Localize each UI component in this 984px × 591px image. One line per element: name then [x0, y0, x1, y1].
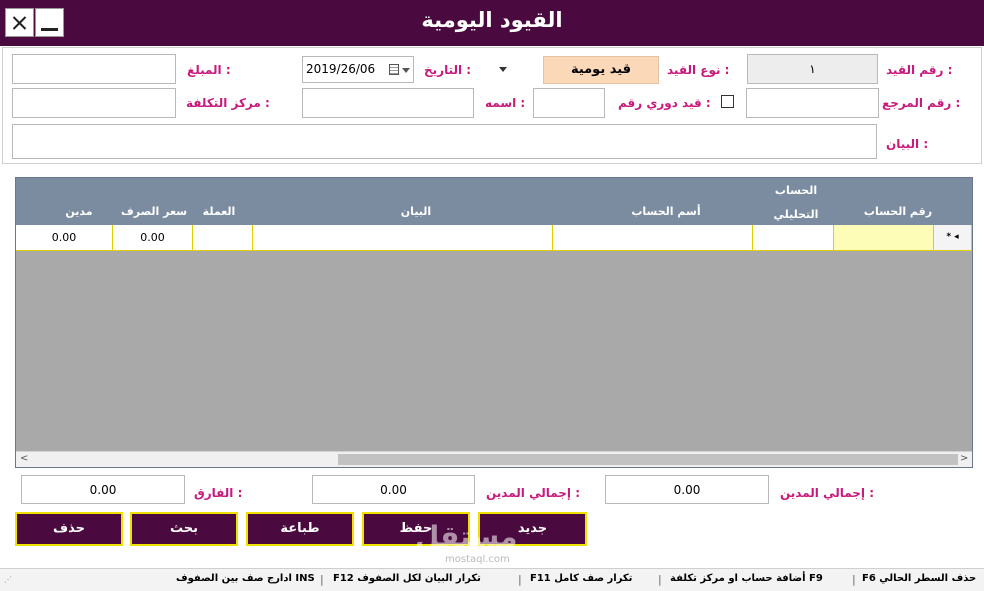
calendar-icon[interactable] [389, 64, 399, 75]
hint-f11: F11 تكرار صف كامل [530, 573, 633, 584]
periodic-entry-label: قيد دوري رقم : [618, 96, 711, 110]
scroll-left-icon[interactable]: < [20, 453, 28, 464]
statement-field[interactable] [12, 124, 877, 159]
watermark-logo: مستقل [415, 520, 518, 553]
cell-debit[interactable]: 0.00 [16, 225, 113, 251]
scrollbar-thumb[interactable] [338, 454, 958, 465]
name-field[interactable] [302, 88, 474, 118]
status-separator: | [658, 573, 662, 586]
entry-type-dropdown-button[interactable] [496, 56, 542, 84]
cost-center-label: مركز التكلفة : [186, 96, 270, 110]
minimize-button[interactable] [35, 8, 64, 37]
date-value: 2019/26/06 [306, 62, 376, 76]
total-debit-2-field[interactable]: 0.00 [312, 475, 475, 504]
cell-analytic[interactable] [753, 225, 834, 251]
status-separator: | [518, 573, 522, 586]
column-header-account-no[interactable]: رقم الحساب [858, 205, 938, 218]
periodic-entry-no-field[interactable] [533, 88, 605, 118]
cell-account-no[interactable] [834, 225, 934, 251]
hint-f12: F12 تكرار البيان لكل الصفوف [333, 573, 481, 584]
scroll-right-icon[interactable]: > [960, 453, 968, 464]
name-label: اسمه : [485, 96, 526, 110]
entry-type-select[interactable]: قيد يومية [543, 56, 659, 84]
new-row-marker: * [946, 232, 952, 242]
date-label: التاريخ : [424, 63, 472, 77]
entry-no-label: رقم القيد : [886, 63, 953, 77]
hint-f6: F6 حذف السطر الحالي [862, 573, 977, 584]
amount-label: المبلغ : [187, 63, 231, 77]
entry-no-field[interactable]: ١ [747, 54, 878, 84]
difference-label: الفارق : [194, 486, 243, 500]
column-header-rate[interactable]: سعر الصرف [114, 205, 194, 218]
entries-grid: رقم الحساب الحساب التحليلي أسم الحساب ال… [15, 177, 973, 468]
date-picker[interactable]: 2019/26/06 [302, 56, 414, 83]
status-separator: | [852, 573, 856, 586]
cell-rate[interactable]: 0.00 [113, 225, 193, 251]
horizontal-scrollbar[interactable]: < > [16, 451, 972, 467]
total-debit-2-label: إجمالي المدين : [486, 486, 581, 500]
amount-field[interactable] [12, 54, 176, 84]
cell-statement[interactable] [253, 225, 553, 251]
column-header-analytic-top[interactable]: الحساب [756, 184, 836, 197]
periodic-entry-checkbox[interactable] [721, 95, 734, 108]
resize-grip-icon[interactable]: ⋰ [4, 575, 12, 584]
column-header-analytic-bottom[interactable]: التحليلي [756, 208, 836, 221]
status-bar: F6 حذف السطر الحالي | أضافة حساب او مركز… [0, 568, 984, 591]
cell-account-name[interactable] [553, 225, 753, 251]
hint-f9: أضافة حساب او مركز تكلفة F9 [670, 573, 823, 584]
date-dropdown-icon[interactable] [402, 68, 410, 73]
close-button[interactable] [5, 8, 34, 37]
cost-center-field[interactable] [12, 88, 176, 118]
hint-ins: ادارج صف بين الصفوف INS [176, 573, 315, 584]
row-selector-new[interactable]: * ◂ [934, 225, 972, 251]
column-header-debit[interactable]: مدين [44, 205, 114, 218]
total-debit-1-field[interactable]: 0.00 [605, 475, 769, 504]
difference-field[interactable]: 0.00 [21, 475, 185, 504]
total-debit-1-label: إجمالي المدين : [780, 486, 875, 500]
chevron-down-icon [499, 67, 507, 72]
ref-no-field[interactable] [746, 88, 879, 118]
delete-button[interactable]: حذف [15, 512, 123, 546]
entry-type-label: نوع القيد : [667, 63, 730, 77]
cell-currency[interactable] [193, 225, 253, 251]
ref-no-label: رقم المرجع : [882, 96, 961, 110]
watermark-url: mostaql.com [445, 554, 510, 565]
statement-label: البيان : [886, 137, 929, 151]
print-button[interactable]: طباعة [246, 512, 354, 546]
window-title: القيود اليومية [421, 8, 563, 32]
search-button[interactable]: بحث [130, 512, 238, 546]
status-separator: | [320, 573, 324, 586]
column-header-account-name[interactable]: أسم الحساب [606, 205, 726, 218]
column-header-currency[interactable]: العملة [196, 205, 242, 218]
column-header-statement[interactable]: البيان [356, 205, 476, 218]
